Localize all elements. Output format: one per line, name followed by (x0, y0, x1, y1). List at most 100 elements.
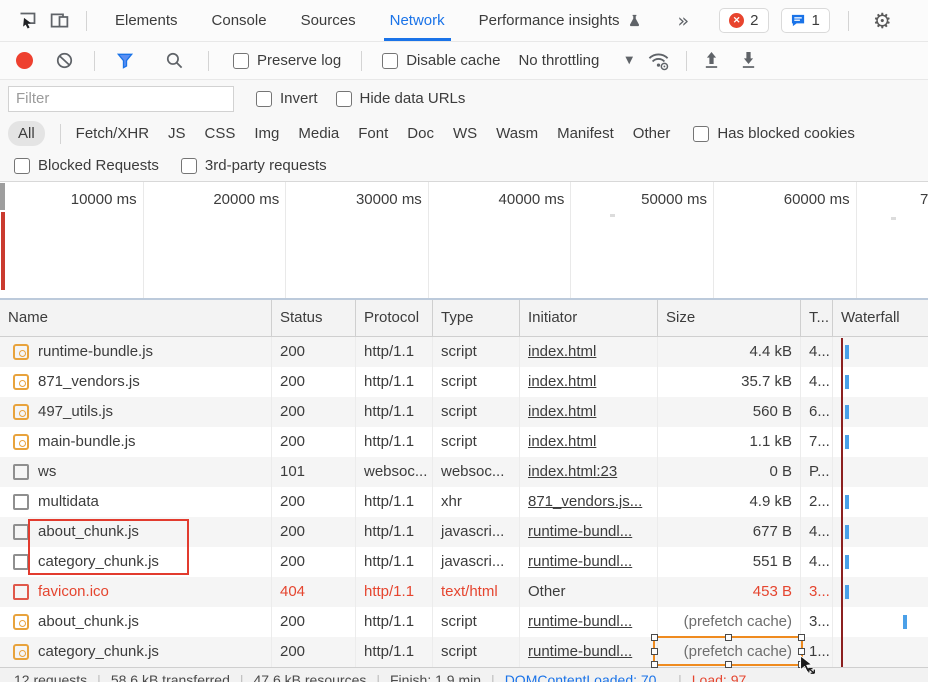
type-filter-manifest[interactable]: Manifest (557, 125, 614, 142)
request-initiator[interactable]: Other (528, 583, 566, 600)
table-row[interactable]: favicon.ico 404 http/1.1 text/html Other… (0, 577, 928, 607)
filter-funnel-icon[interactable] (115, 51, 135, 71)
request-initiator[interactable]: index.html (528, 403, 596, 420)
request-initiator[interactable]: runtime-bundl... (528, 553, 632, 570)
type-filter-js[interactable]: JS (168, 125, 186, 142)
table-row[interactable]: category_chunk.js 200 http/1.1 script ru… (0, 637, 928, 667)
tab-network[interactable]: Network (376, 0, 459, 41)
hide-data-urls-toggle[interactable]: Hide data URLs (336, 90, 466, 107)
type-filter-img[interactable]: Img (254, 125, 279, 142)
table-row[interactable]: 871_vendors.js 200 http/1.1 script index… (0, 367, 928, 397)
hide-data-urls-label: Hide data URLs (360, 90, 466, 107)
disable-cache-checkbox[interactable] (382, 53, 398, 69)
overview-ruler[interactable]: 10000 ms20000 ms30000 ms40000 ms50000 ms… (0, 182, 928, 300)
request-type: script (433, 607, 520, 637)
ruler-tick-label: 30000 ms (356, 191, 422, 208)
type-filter-font[interactable]: Font (358, 125, 388, 142)
file-type-icon (13, 464, 29, 480)
tab-elements[interactable]: Elements (101, 0, 192, 41)
blocked-requests-checkbox[interactable] (14, 158, 30, 174)
type-filter-wasm[interactable]: Wasm (496, 125, 538, 142)
file-type-icon (13, 494, 29, 510)
column-header-type[interactable]: Type (433, 300, 520, 336)
invert-label: Invert (280, 90, 318, 107)
column-header-initiator[interactable]: Initiator (520, 300, 658, 336)
table-row[interactable]: ws 101 websoc... websoc... index.html:23… (0, 457, 928, 487)
request-size: 35.7 kB (658, 367, 801, 397)
column-header-size[interactable]: Size (658, 300, 801, 336)
request-size: 560 B (658, 397, 801, 427)
table-row[interactable]: multidata 200 http/1.1 xhr 871_vendors.j… (0, 487, 928, 517)
disable-cache-label: Disable cache (406, 52, 500, 69)
column-header-status[interactable]: Status (272, 300, 356, 336)
divider: | (678, 672, 682, 682)
request-initiator[interactable]: 871_vendors.js... (528, 493, 642, 510)
type-filter-other[interactable]: Other (633, 125, 671, 142)
third-party-toggle[interactable]: 3rd-party requests (181, 157, 327, 174)
table-row[interactable]: about_chunk.js 200 http/1.1 script runti… (0, 607, 928, 637)
issues-badge[interactable]: 1 (781, 8, 830, 33)
blocked-requests-toggle[interactable]: Blocked Requests (14, 157, 159, 174)
invert-toggle[interactable]: Invert (256, 90, 318, 107)
import-har-icon[interactable] (703, 51, 720, 70)
record-button[interactable] (16, 52, 33, 69)
network-conditions-icon[interactable] (647, 51, 670, 71)
type-filter-media[interactable]: Media (298, 125, 339, 142)
column-header-name[interactable]: Name (0, 300, 272, 336)
disable-cache-toggle[interactable]: Disable cache (382, 52, 500, 69)
more-tabs-button[interactable]: » (678, 10, 690, 32)
tab-sources[interactable]: Sources (287, 0, 370, 41)
inspect-icon[interactable] (14, 8, 40, 34)
divider: | (491, 672, 495, 682)
table-row[interactable]: category_chunk.js 200 http/1.1 javascri.… (0, 547, 928, 577)
overview-activity-bar (1, 212, 5, 290)
clear-button[interactable] (55, 51, 74, 70)
column-header-time[interactable]: T... (801, 300, 833, 336)
chevron-down-icon: ▼ (625, 55, 633, 66)
device-toolbar-icon[interactable] (46, 8, 72, 34)
file-type-icon (13, 524, 29, 540)
search-icon[interactable] (165, 51, 184, 70)
request-protocol: http/1.1 (356, 487, 433, 517)
request-protocol: http/1.1 (356, 397, 433, 427)
request-initiator[interactable]: index.html (528, 373, 596, 390)
settings-gear-icon[interactable]: ⚙ (873, 9, 892, 33)
filter-input[interactable] (8, 86, 234, 112)
third-party-checkbox[interactable] (181, 158, 197, 174)
request-protocol: http/1.1 (356, 637, 433, 667)
export-har-icon[interactable] (740, 51, 757, 70)
type-filter-fetch-xhr[interactable]: Fetch/XHR (76, 125, 149, 142)
request-initiator[interactable]: index.html (528, 433, 596, 450)
request-initiator[interactable]: index.html:23 (528, 463, 617, 480)
request-status: 101 (272, 457, 356, 487)
table-row[interactable]: 497_utils.js 200 http/1.1 script index.h… (0, 397, 928, 427)
filter-row: Invert Hide data URLs (0, 80, 928, 117)
throttling-select[interactable]: No throttling ▼ (518, 52, 633, 69)
tab-performance-insights[interactable]: Performance insights (465, 0, 656, 41)
table-row[interactable]: runtime-bundle.js 200 http/1.1 script in… (0, 337, 928, 367)
request-protocol: http/1.1 (356, 517, 433, 547)
column-header-protocol[interactable]: Protocol (356, 300, 433, 336)
hide-data-urls-checkbox[interactable] (336, 91, 352, 107)
has-blocked-cookies-checkbox[interactable] (693, 126, 709, 142)
type-filter-doc[interactable]: Doc (407, 125, 434, 142)
type-filter-css[interactable]: CSS (205, 125, 236, 142)
column-header-waterfall[interactable]: Waterfall (833, 300, 928, 336)
error-badge[interactable]: ✕ 2 (719, 8, 768, 33)
request-name: ws (38, 457, 56, 487)
table-row[interactable]: about_chunk.js 200 http/1.1 javascri... … (0, 517, 928, 547)
has-blocked-cookies-toggle[interactable]: Has blocked cookies (693, 125, 855, 142)
tab-console[interactable]: Console (198, 0, 281, 41)
request-initiator[interactable]: runtime-bundl... (528, 643, 632, 660)
request-initiator[interactable]: runtime-bundl... (528, 523, 632, 540)
request-protocol: http/1.1 (356, 367, 433, 397)
invert-checkbox[interactable] (256, 91, 272, 107)
preserve-log-checkbox[interactable] (233, 53, 249, 69)
preserve-log-toggle[interactable]: Preserve log (233, 52, 341, 69)
request-initiator[interactable]: index.html (528, 343, 596, 360)
request-initiator[interactable]: runtime-bundl... (528, 613, 632, 630)
type-filter-all[interactable]: All (8, 121, 45, 146)
status-item: Load: 97... (692, 672, 758, 682)
table-row[interactable]: main-bundle.js 200 http/1.1 script index… (0, 427, 928, 457)
type-filter-ws[interactable]: WS (453, 125, 477, 142)
